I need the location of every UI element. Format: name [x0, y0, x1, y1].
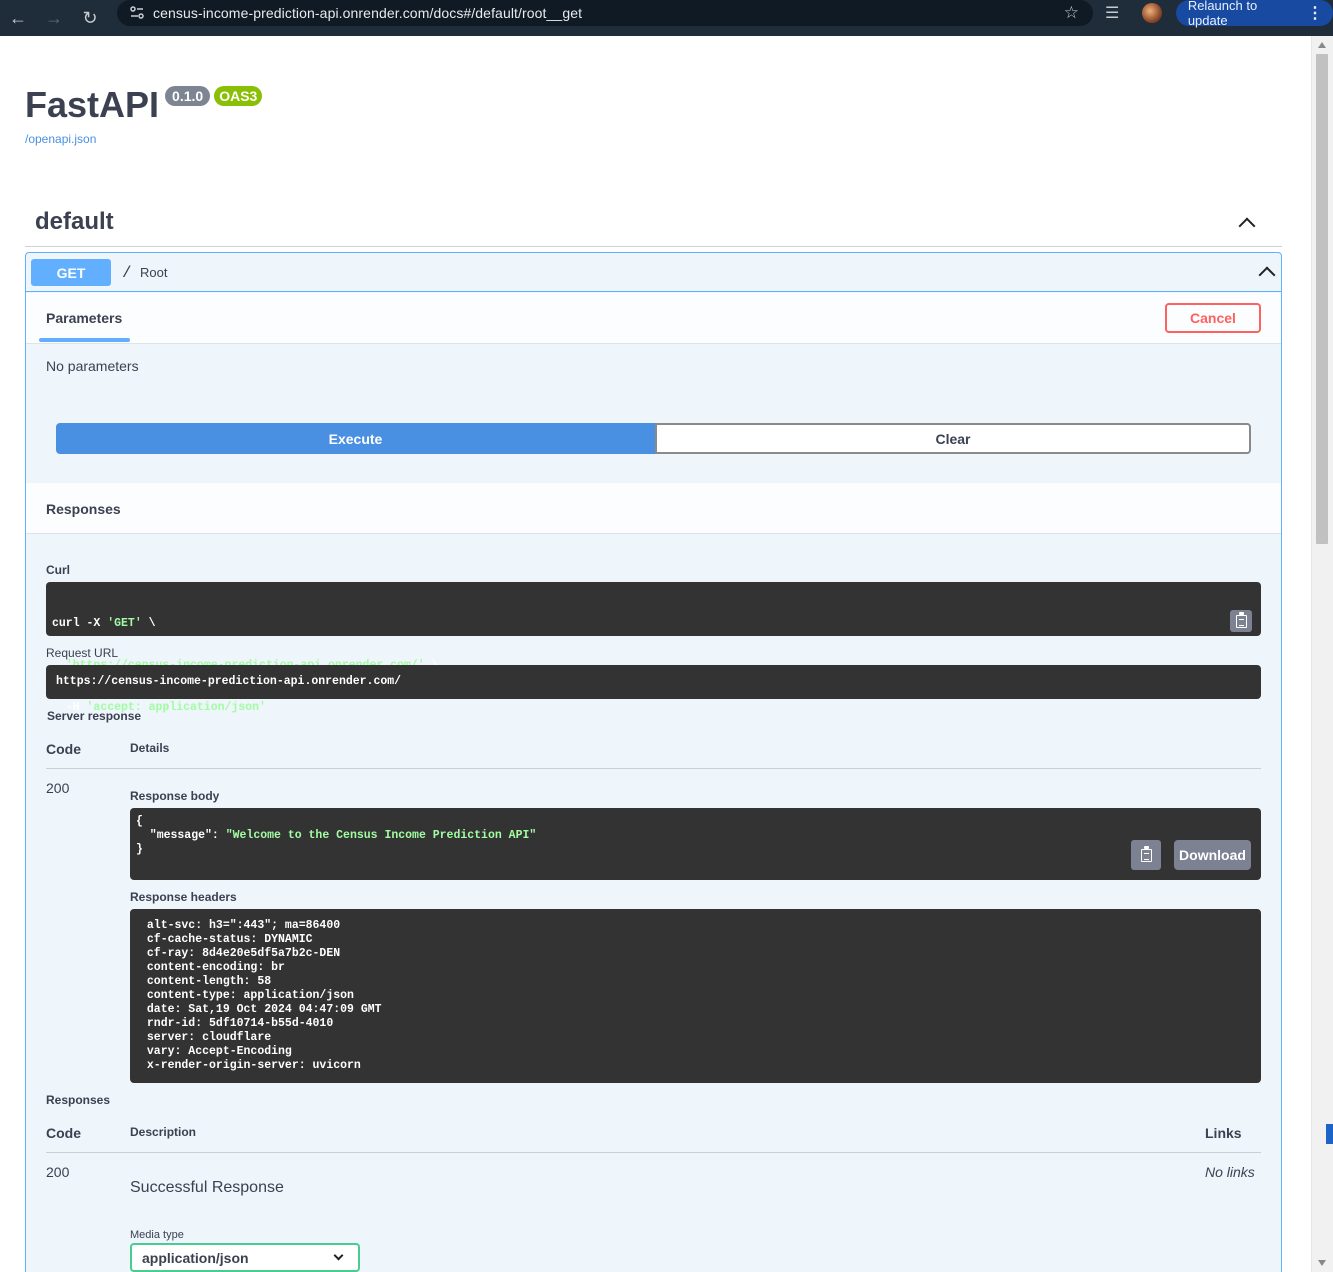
code-column-header: Code [46, 741, 81, 757]
no-parameters-text: No parameters [46, 358, 139, 374]
clear-button[interactable]: Clear [655, 423, 1251, 454]
collapse-tag-icon[interactable] [1238, 217, 1256, 235]
execute-button[interactable]: Execute [56, 423, 655, 454]
details-column-header: Details [130, 741, 170, 755]
header-line: date: Sat,19 Oct 2024 04:47:09 GMT [140, 1003, 382, 1016]
curl-label: Curl [46, 563, 70, 577]
scroll-down-arrow-icon[interactable] [1318, 1260, 1326, 1266]
cancel-button[interactable]: Cancel [1165, 303, 1261, 333]
response-code: 200 [46, 1164, 70, 1180]
header-line: server: cloudflare [140, 1031, 272, 1044]
execute-wrapper: Execute Clear [56, 423, 1251, 454]
oas-badge: OAS3 [214, 86, 263, 106]
bookmark-star-icon[interactable]: ☆ [1064, 3, 1079, 23]
no-links-text: No links [1205, 1164, 1255, 1180]
scroll-thumb[interactable] [1316, 54, 1328, 544]
openapi-json-link[interactable]: /openapi.json [25, 132, 262, 146]
response-body-box[interactable]: { "message": "Welcome to the Census Inco… [130, 808, 1261, 880]
forward-icon[interactable]: → [36, 0, 72, 36]
table-divider [46, 768, 1261, 769]
browser-toolbar: ← → ↻ census-income-prediction-api.onren… [0, 0, 1333, 36]
curl-command-box[interactable]: curl -X 'GET' \ 'https://census-income-p… [46, 582, 1261, 714]
responses-header: Responses [26, 483, 1281, 534]
operation-path: / [122, 264, 132, 282]
download-button[interactable]: Download [1174, 840, 1251, 870]
clipboard-icon [1140, 845, 1152, 862]
header-line: vary: Accept-Encoding [140, 1045, 292, 1058]
operation-get-root: GET / Root Parameters Cancel No paramete… [25, 252, 1282, 1272]
back-icon[interactable]: ← [0, 0, 36, 36]
response-description: Successful Response [130, 1179, 284, 1196]
edge-indicator [1326, 1124, 1333, 1144]
server-response-label: Server response [47, 709, 142, 723]
response-headers-box[interactable]: alt-svc: h3=":443"; ma=86400 cf-cache-st… [130, 909, 1261, 1083]
operation-summary[interactable]: GET / Root [26, 253, 1281, 292]
swagger-page: FastAPI 0.1.0 OAS3 /openapi.json default… [0, 36, 1311, 1272]
tab-underline [39, 338, 130, 342]
documented-responses-label: Responses [46, 1093, 111, 1107]
url-text[interactable]: census-income-prediction-api.onrender.co… [153, 5, 582, 21]
profile-avatar[interactable] [1142, 3, 1162, 23]
table-divider [46, 1152, 1261, 1153]
method-badge: GET [31, 259, 111, 286]
version-badge: 0.1.0 [165, 86, 211, 106]
copy-response-button[interactable] [1131, 840, 1161, 870]
description-column-header: Description [130, 1125, 197, 1139]
media-controls-icon[interactable]: ☰ [1105, 3, 1130, 23]
media-type-value: application/json [142, 1250, 249, 1266]
status-code: 200 [46, 780, 70, 796]
relaunch-label: Relaunch to update [1187, 0, 1258, 28]
address-bar[interactable]: census-income-prediction-api.onrender.co… [117, 0, 1093, 26]
curl-line: curl -X 'GET' \ [52, 617, 156, 630]
response-body-label: Response body [130, 789, 220, 803]
media-type-select[interactable]: application/json [130, 1243, 360, 1272]
header-line: cf-ray: 8d4e20e5df5a7b2c-DEN [140, 947, 341, 960]
links-column-header: Links [1205, 1125, 1242, 1141]
header-line: content-length: 58 [140, 975, 272, 988]
responses-title: Responses [46, 501, 121, 517]
tab-parameters[interactable]: Parameters [46, 310, 122, 326]
tag-section-default[interactable]: default [25, 202, 1282, 247]
header-line: content-type: application/json [140, 989, 354, 1002]
tag-title: default [35, 208, 114, 235]
request-url-box[interactable]: https://census-income-prediction-api.onr… [46, 665, 1261, 699]
site-info-icon[interactable] [127, 3, 147, 23]
header-line: x-render-origin-server: uvicorn [140, 1059, 361, 1072]
curl-line: -H 'accept: application/json' [52, 701, 266, 714]
relaunch-button[interactable]: Relaunch to update ⋮ [1175, 0, 1333, 28]
header-line: rndr-id: 5df10714-b55d-4010 [140, 1017, 334, 1030]
header-line: cf-cache-status: DYNAMIC [140, 933, 313, 946]
api-title: FastAPI [25, 84, 160, 125]
api-info: FastAPI 0.1.0 OAS3 /openapi.json [25, 84, 263, 146]
operation-summary-text: Root [140, 265, 168, 280]
more-menu-icon[interactable]: ⋮ [1307, 3, 1323, 23]
collapse-operation-icon[interactable] [1258, 266, 1276, 284]
copy-curl-button[interactable] [1230, 610, 1252, 632]
parameters-header: Parameters Cancel [26, 293, 1281, 344]
header-line: content-encoding: br [140, 961, 285, 974]
clipboard-icon [1235, 611, 1247, 628]
request-url-label: Request URL [46, 646, 119, 660]
header-line: alt-svc: h3=":443"; ma=86400 [140, 919, 341, 932]
code-column-header: Code [46, 1125, 81, 1141]
response-headers-label: Response headers [130, 890, 237, 904]
chevron-down-icon [333, 1250, 344, 1261]
reload-icon[interactable]: ↻ [72, 0, 108, 36]
page-scrollbar[interactable] [1311, 36, 1333, 1272]
scroll-up-arrow-icon[interactable] [1318, 42, 1326, 48]
media-type-label: Media type [130, 1229, 184, 1241]
